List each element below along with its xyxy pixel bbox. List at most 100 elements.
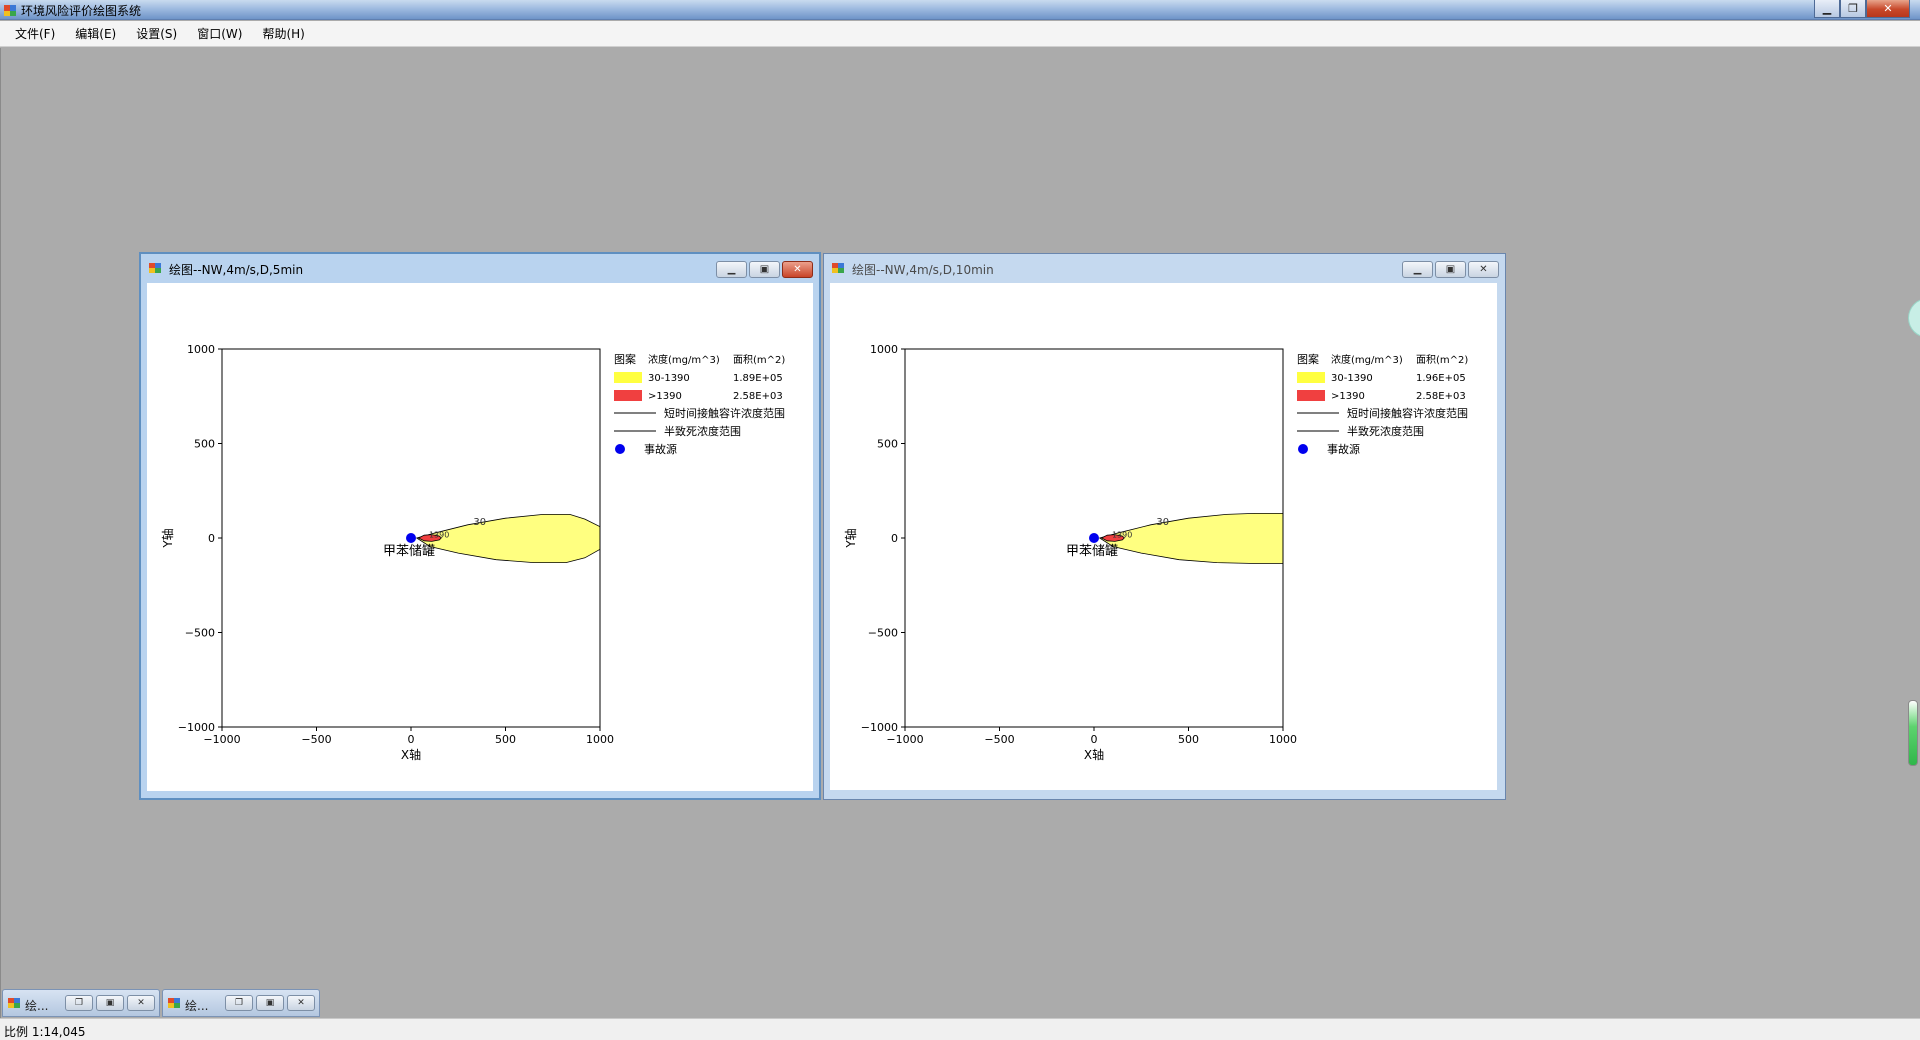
legend-area: 2.58E+03 bbox=[733, 391, 783, 402]
maximize-icon: ▣ bbox=[265, 998, 275, 1008]
y-tick-label: −500 bbox=[185, 627, 215, 640]
window-title: 绘图--NW,4m/s,D,10min bbox=[852, 263, 994, 277]
legend-line1-label: 短时间接触容许浓度范围 bbox=[1347, 406, 1468, 420]
y-axis-label: Y轴 bbox=[160, 528, 175, 548]
minimize-button[interactable]: ▁ bbox=[1814, 0, 1840, 18]
x-tick-label: −500 bbox=[984, 733, 1014, 746]
plot-window-5min[interactable]: 绘图--NW,4m/s,D,5min ▁ ▣ ✕ −1000 −500 0 500 10… bbox=[139, 252, 821, 800]
maximize-icon: ▣ bbox=[1445, 264, 1456, 275]
restore-icon: ❐ bbox=[74, 998, 84, 1008]
scale-readout: 比例 1:14,045 bbox=[4, 1025, 86, 1039]
y-tick-label: 0 bbox=[208, 532, 215, 545]
window-close-button[interactable]: ✕ bbox=[1468, 261, 1499, 278]
y-tick-label: 1000 bbox=[870, 343, 898, 356]
legend-area: 2.58E+03 bbox=[1416, 391, 1466, 402]
y-tick-label: 500 bbox=[194, 438, 215, 451]
x-tick-label: 500 bbox=[495, 733, 516, 746]
minimized-window-1[interactable]: 绘... ❐ ▣ ✕ bbox=[2, 989, 160, 1017]
legend-swatch bbox=[614, 390, 642, 401]
restore-button[interactable]: ❐ bbox=[225, 995, 253, 1011]
menu-window[interactable]: 窗口(W) bbox=[190, 23, 249, 44]
window-title: 绘图--NW,4m/s,D,5min bbox=[169, 263, 304, 277]
close-button[interactable]: ✕ bbox=[1866, 0, 1910, 18]
y-axis-label: Y轴 bbox=[843, 528, 858, 548]
minimize-icon: ▁ bbox=[727, 264, 736, 275]
close-button[interactable]: ✕ bbox=[287, 995, 315, 1011]
legend-range: >1390 bbox=[1331, 391, 1365, 402]
legend-source-marker bbox=[615, 444, 625, 454]
menu-settings[interactable]: 设置(S) bbox=[129, 23, 184, 44]
minimized-window-2[interactable]: 绘... ❐ ▣ ✕ bbox=[162, 989, 320, 1017]
plot-canvas: −1000 −500 0 500 1000 1000 500 0 −500 −1000 X轴 Y轴 30… bbox=[830, 283, 1497, 790]
legend-source-label: 事故源 bbox=[644, 442, 677, 456]
plume-chart: −1000 −500 0 500 1000 1000 500 0 −500 −1000 X轴 Y轴 30… bbox=[843, 343, 1468, 762]
window-maximize-button[interactable]: ▣ bbox=[1435, 261, 1466, 278]
x-tick-label: 500 bbox=[1178, 733, 1199, 746]
window-icon bbox=[168, 998, 180, 1008]
y-tick-label: −1000 bbox=[178, 721, 215, 734]
app-icon bbox=[4, 5, 16, 16]
accident-source-point bbox=[1089, 533, 1099, 543]
maximize-button[interactable]: ▣ bbox=[256, 995, 284, 1011]
window-close-button[interactable]: ✕ bbox=[782, 261, 813, 278]
x-tick-label: −1000 bbox=[203, 733, 240, 746]
window-icon bbox=[832, 263, 844, 273]
scroll-indicator[interactable] bbox=[1908, 700, 1918, 766]
app-title-bar[interactable]: 环境风险评价绘图系统 ▁ ❐ ✕ bbox=[0, 0, 1920, 20]
close-button[interactable]: ✕ bbox=[127, 995, 155, 1011]
x-tick-label: 0 bbox=[408, 733, 415, 746]
legend-source-marker bbox=[1298, 444, 1308, 454]
legend-header-pattern: 图案 bbox=[1297, 352, 1319, 366]
plume-chart: −1000 −500 0 500 1000 1000 500 0 −500 −1000 X轴 Y轴 30… bbox=[160, 343, 785, 762]
restore-button[interactable]: ❐ bbox=[65, 995, 93, 1011]
y-tick-label: −1000 bbox=[861, 721, 898, 734]
close-icon: ✕ bbox=[137, 998, 145, 1008]
maximize-icon: ▣ bbox=[759, 264, 770, 275]
restore-button[interactable]: ❐ bbox=[1840, 0, 1866, 18]
menu-file[interactable]: 文件(F) bbox=[8, 23, 62, 44]
close-icon: ✕ bbox=[1883, 2, 1893, 15]
legend-swatch bbox=[1297, 372, 1325, 383]
legend-swatch bbox=[614, 372, 642, 383]
plot-window-10min[interactable]: 绘图--NW,4m/s,D,10min ▁ ▣ ✕ −1000 −500 0 500 1… bbox=[823, 253, 1506, 800]
close-icon: ✕ bbox=[793, 264, 802, 275]
window-minimize-button[interactable]: ▁ bbox=[1402, 261, 1433, 278]
y-tick-label: 500 bbox=[877, 438, 898, 451]
accident-source-point bbox=[406, 533, 416, 543]
legend-range: 30-1390 bbox=[1331, 373, 1373, 384]
minimized-title: 绘... bbox=[25, 999, 49, 1013]
y-tick-label: 0 bbox=[891, 532, 898, 545]
menu-edit[interactable]: 编辑(E) bbox=[68, 23, 123, 44]
legend-line2-label: 半致死浓度范围 bbox=[664, 424, 741, 438]
window-icon bbox=[8, 998, 20, 1008]
window-caption[interactable]: 绘图--NW,4m/s,D,10min ▁ ▣ ✕ bbox=[824, 254, 1505, 282]
legend-header-area: 面积(m^2) bbox=[733, 354, 785, 366]
contour-label: 1390 bbox=[429, 531, 449, 540]
maximize-button[interactable]: ▣ bbox=[96, 995, 124, 1011]
minimize-icon: ▁ bbox=[1413, 264, 1422, 275]
menu-help[interactable]: 帮助(H) bbox=[255, 23, 311, 44]
legend-area: 1.89E+05 bbox=[733, 373, 783, 384]
source-label: 甲苯储罐 bbox=[1066, 544, 1118, 559]
window-minimize-button[interactable]: ▁ bbox=[716, 261, 747, 278]
close-icon: ✕ bbox=[297, 998, 305, 1008]
plot-canvas: −1000 −500 0 500 1000 1000 500 0 −500 −1000 X轴 Y轴 30… bbox=[147, 283, 813, 791]
window-maximize-button[interactable]: ▣ bbox=[749, 261, 780, 278]
menu-bar: 文件(F) 编辑(E) 设置(S) 窗口(W) 帮助(H) bbox=[0, 21, 1920, 47]
contour-label: 30 bbox=[473, 517, 486, 528]
x-axis-label: X轴 bbox=[401, 747, 421, 762]
x-axis-label: X轴 bbox=[1084, 747, 1104, 762]
x-tick-label: −500 bbox=[301, 733, 331, 746]
source-label: 甲苯储罐 bbox=[383, 544, 435, 559]
x-tick-label: 1000 bbox=[586, 733, 614, 746]
x-tick-label: −1000 bbox=[886, 733, 923, 746]
legend-area: 1.96E+05 bbox=[1416, 373, 1466, 384]
maximize-icon: ▣ bbox=[105, 998, 115, 1008]
window-caption[interactable]: 绘图--NW,4m/s,D,5min ▁ ▣ ✕ bbox=[141, 254, 819, 282]
y-tick-label: −500 bbox=[868, 627, 898, 640]
legend-header-concentration: 浓度(mg/m^3) bbox=[648, 353, 720, 366]
legend-header-pattern: 图案 bbox=[614, 352, 636, 366]
restore-icon: ❐ bbox=[1848, 2, 1858, 15]
x-tick-label: 0 bbox=[1091, 733, 1098, 746]
minimized-title: 绘... bbox=[185, 999, 209, 1013]
